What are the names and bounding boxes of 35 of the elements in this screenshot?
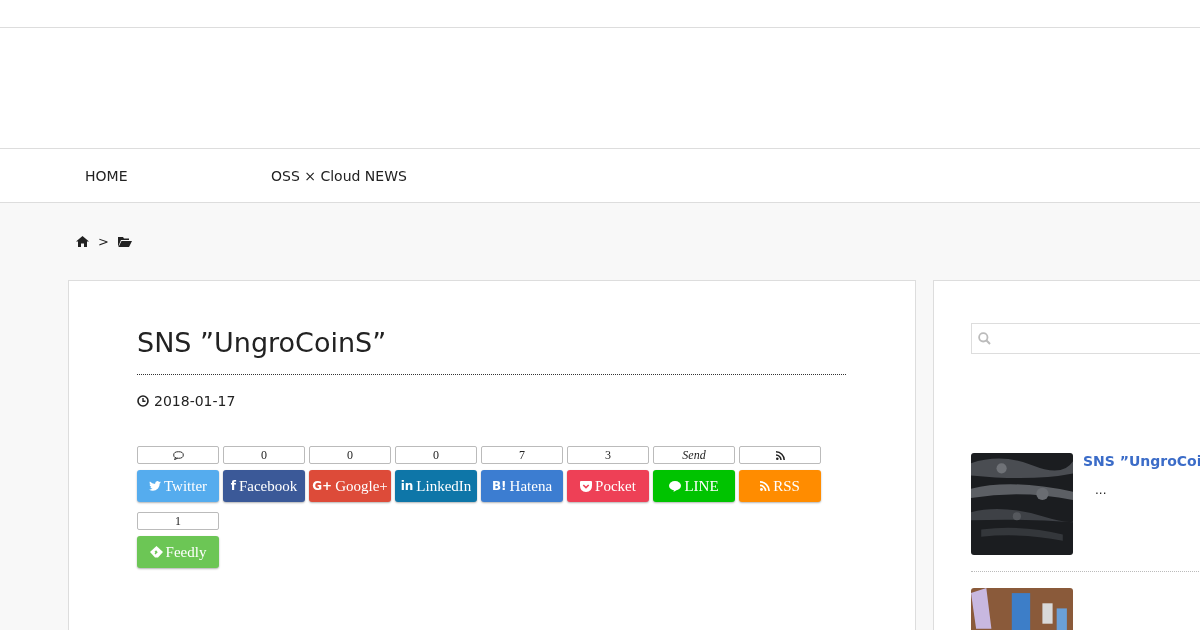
post-title: SNS ”UngroCoinS”: [137, 327, 846, 375]
share-button[interactable]: in LinkedIn: [395, 470, 477, 502]
post-date: 2018-01-17: [154, 393, 236, 409]
share-count: 1: [137, 512, 219, 530]
share-count: 3: [567, 446, 649, 464]
share-button[interactable]: Feedly: [137, 536, 219, 568]
folder-icon[interactable]: [117, 236, 132, 247]
post-link[interactable]: SNS ”UngroCoi: [1083, 453, 1200, 469]
pocket-icon: [580, 480, 593, 492]
share-button[interactable]: f Facebook: [223, 470, 305, 502]
search-icon: [978, 332, 991, 345]
rss-icon: [775, 450, 785, 460]
share-count: 0: [309, 446, 391, 464]
comment-icon: [172, 450, 184, 460]
share-button[interactable]: G+ Google+: [309, 470, 391, 502]
speech-bubble-icon: [669, 480, 682, 492]
post-excerpt: ...: [1094, 483, 1108, 497]
share-count: Send: [653, 446, 735, 464]
nav-link[interactable]: HOME: [85, 167, 271, 184]
bird-icon: [148, 481, 161, 491]
share-button[interactable]: Pocket: [567, 470, 649, 502]
share-button[interactable]: Twitter: [137, 470, 219, 502]
share-button[interactable]: LINE: [653, 470, 735, 502]
rss-icon: [760, 481, 771, 491]
breadcrumb-separator: >: [98, 234, 109, 249]
share-button[interactable]: B! Hatena: [481, 470, 563, 502]
share-count: 7: [481, 446, 563, 464]
share-count: 0: [223, 446, 305, 464]
nav-link[interactable]: OSS × Cloud NEWS: [271, 167, 457, 184]
share-count: 0: [395, 446, 477, 464]
search-field[interactable]: [971, 323, 1200, 354]
feedly-icon: [149, 546, 163, 558]
clock-icon: [137, 395, 149, 407]
home-icon[interactable]: [76, 236, 89, 247]
share-button[interactable]: RSS: [739, 470, 821, 502]
